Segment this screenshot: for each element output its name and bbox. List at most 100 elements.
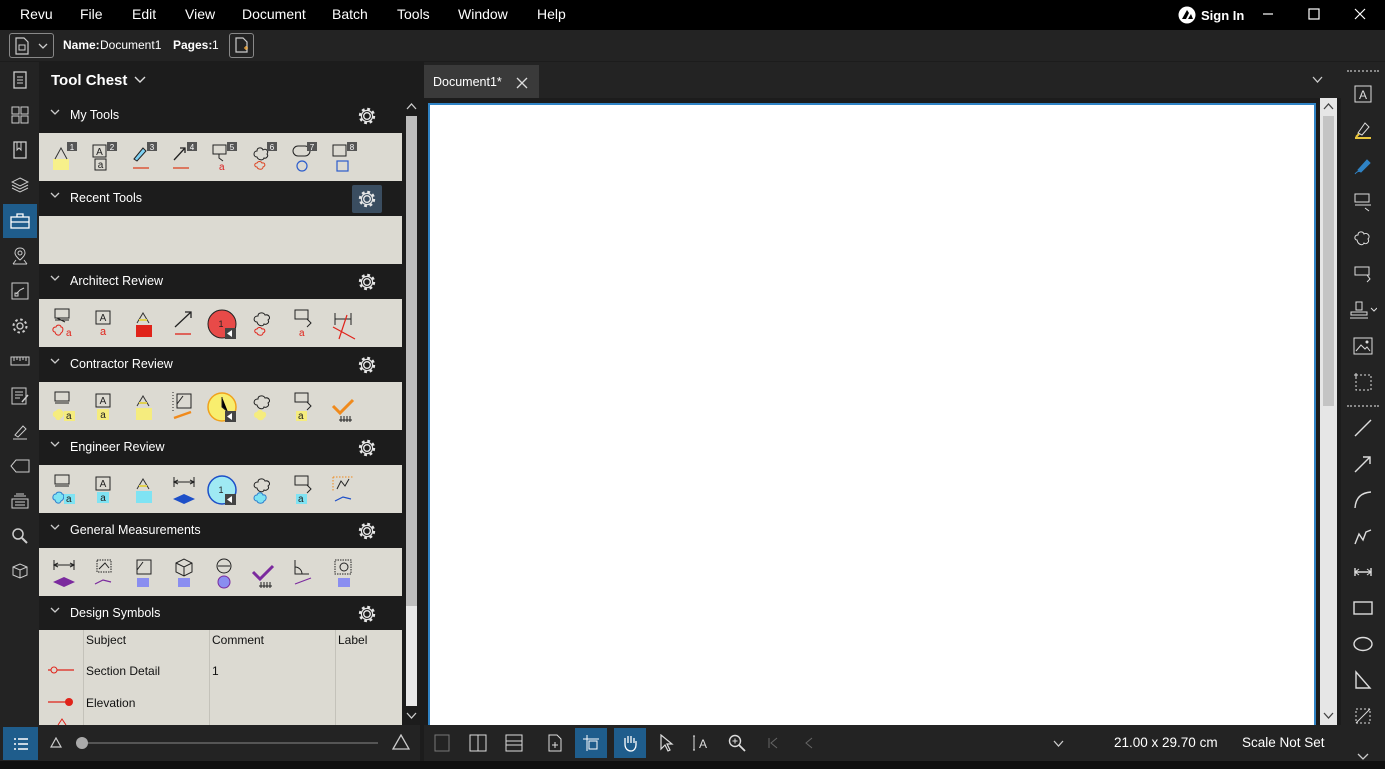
tool-length-measure[interactable]	[49, 554, 81, 590]
size-slider-handle[interactable]	[76, 737, 88, 749]
tool-arrow[interactable]	[169, 305, 201, 341]
select-text-button[interactable]: A	[685, 728, 717, 758]
section-my-tools[interactable]: My Tools	[39, 98, 402, 133]
rail-sets-button[interactable]	[3, 484, 37, 518]
scroll-down-icon[interactable]	[1323, 712, 1334, 720]
toolbar-grip[interactable]	[1347, 405, 1379, 407]
maximize-button[interactable]	[1291, 0, 1337, 28]
arrow-callout-tool-button[interactable]	[1345, 258, 1381, 290]
size-slider-track[interactable]	[78, 742, 378, 744]
tab-list-chevron-icon[interactable]	[1312, 76, 1323, 83]
image-tool-button[interactable]	[1345, 330, 1381, 362]
pen-tool-button[interactable]	[1345, 150, 1381, 182]
tool-cloud[interactable]: 6	[249, 139, 281, 175]
minimize-button[interactable]	[1245, 0, 1291, 28]
tool-polylength-measure[interactable]	[89, 554, 121, 590]
previous-page-button[interactable]	[793, 728, 825, 758]
ellipse-tool-button[interactable]	[1345, 628, 1381, 660]
page-nav-dropdown[interactable]	[1043, 728, 1073, 758]
tool-count-measure[interactable]	[249, 554, 281, 590]
rail-bookmarks-button[interactable]	[3, 133, 37, 167]
panel-scrollbar[interactable]	[402, 98, 420, 725]
dimension-tool-button[interactable]	[1345, 556, 1381, 588]
tool-callout[interactable]: a	[289, 305, 321, 341]
tool-rectangle[interactable]: 8	[329, 139, 361, 175]
tool-chest-header[interactable]: Tool Chest	[39, 62, 420, 98]
tool-check-count[interactable]	[329, 388, 361, 424]
tool-arrow[interactable]: 4	[169, 139, 201, 175]
rectangle-tool-button[interactable]	[1345, 592, 1381, 624]
toolbar-grip[interactable]	[1347, 70, 1379, 72]
first-page-button[interactable]	[757, 728, 789, 758]
tool-callout[interactable]: a	[289, 388, 321, 424]
tool-callout[interactable]: a	[289, 471, 321, 507]
cloud-tool-button[interactable]	[1345, 222, 1381, 254]
tool-count-stamp[interactable]	[206, 388, 238, 424]
tool-highlight[interactable]	[129, 388, 161, 424]
tool-dimension[interactable]	[329, 305, 361, 341]
split-horizontal-button[interactable]	[498, 728, 530, 758]
document-tab[interactable]: Document1*	[424, 65, 539, 98]
menu-file[interactable]: File	[80, 6, 103, 22]
tool-highlight[interactable]	[129, 471, 161, 507]
rail-3d-button[interactable]	[3, 554, 37, 588]
rail-signatures-button[interactable]	[3, 414, 37, 448]
rail-studio-button[interactable]	[3, 274, 37, 308]
section-engineer-review[interactable]: Engineer Review	[39, 430, 402, 465]
tool-count-stamp[interactable]: 1	[206, 471, 238, 507]
menu-view[interactable]: View	[185, 6, 215, 22]
section-recent-tools[interactable]: Recent Tools	[39, 181, 402, 216]
rail-grid-button[interactable]	[3, 98, 37, 132]
section-settings-button[interactable]	[352, 517, 382, 545]
rail-tool-chest-button[interactable]	[3, 204, 37, 238]
sign-in-button[interactable]: Sign In	[1178, 5, 1244, 25]
menu-document[interactable]: Document	[242, 6, 306, 22]
tool-area-measure[interactable]	[129, 554, 161, 590]
single-page-view-button[interactable]	[426, 728, 458, 758]
section-settings-button[interactable]	[352, 434, 382, 462]
scroll-down-icon[interactable]	[406, 712, 417, 720]
highlight-tool-button[interactable]	[1345, 114, 1381, 146]
pan-tool-button[interactable]	[614, 728, 646, 758]
close-window-button[interactable]	[1337, 0, 1383, 28]
split-vertical-button[interactable]	[462, 728, 494, 758]
tool-highlight[interactable]: 1	[49, 139, 81, 175]
page-size-readout[interactable]: 21.00 x 29.70 cm	[1114, 735, 1218, 750]
polygon-tool-button[interactable]	[1345, 664, 1381, 696]
menu-edit[interactable]: Edit	[132, 6, 156, 22]
tool-volume-measure[interactable]	[169, 554, 201, 590]
close-tab-icon[interactable]	[516, 77, 528, 89]
menu-help[interactable]: Help	[537, 6, 566, 22]
tool-text-box[interactable]: Aa	[89, 388, 121, 424]
menu-tools[interactable]: Tools	[397, 6, 430, 22]
rail-search-button[interactable]	[3, 519, 37, 553]
document-menu-button[interactable]	[9, 33, 54, 58]
section-settings-button[interactable]	[352, 185, 382, 213]
scroll-up-icon[interactable]	[406, 102, 417, 110]
menu-batch[interactable]: Batch	[332, 6, 368, 22]
tool-text-box[interactable]: Aa	[89, 305, 121, 341]
tool-cloud[interactable]	[249, 471, 281, 507]
section-settings-button[interactable]	[352, 268, 382, 296]
tool-count-stamp[interactable]: 1	[206, 305, 238, 341]
menu-window[interactable]: Window	[458, 6, 508, 22]
tool-cloud-callout[interactable]: a	[49, 388, 81, 424]
rail-measurements-button[interactable]	[3, 344, 37, 378]
rail-layers-button[interactable]	[3, 168, 37, 202]
toolbar-more-chevron-icon[interactable]	[1357, 753, 1369, 760]
tool-polylength[interactable]	[329, 471, 361, 507]
arc-tool-button[interactable]	[1345, 484, 1381, 516]
scrollbar-thumb[interactable]	[1323, 116, 1334, 406]
snap-to-content-button[interactable]	[539, 728, 571, 758]
tool-callout[interactable]: a5	[209, 139, 241, 175]
table-row[interactable]: Elevation	[39, 686, 402, 718]
rail-properties-button[interactable]	[3, 309, 37, 343]
callout-tool-button[interactable]	[1345, 186, 1381, 218]
rail-tags-button[interactable]	[3, 449, 37, 483]
rail-thumbnails-button[interactable]	[3, 63, 37, 97]
menu-revu[interactable]: Revu	[20, 6, 53, 22]
scrollbar-thumb[interactable]	[406, 116, 417, 606]
snapshot-tool-button[interactable]	[1345, 366, 1381, 398]
tool-cloud-callout[interactable]: a	[49, 305, 81, 341]
section-general-measurements[interactable]: General Measurements	[39, 513, 402, 548]
